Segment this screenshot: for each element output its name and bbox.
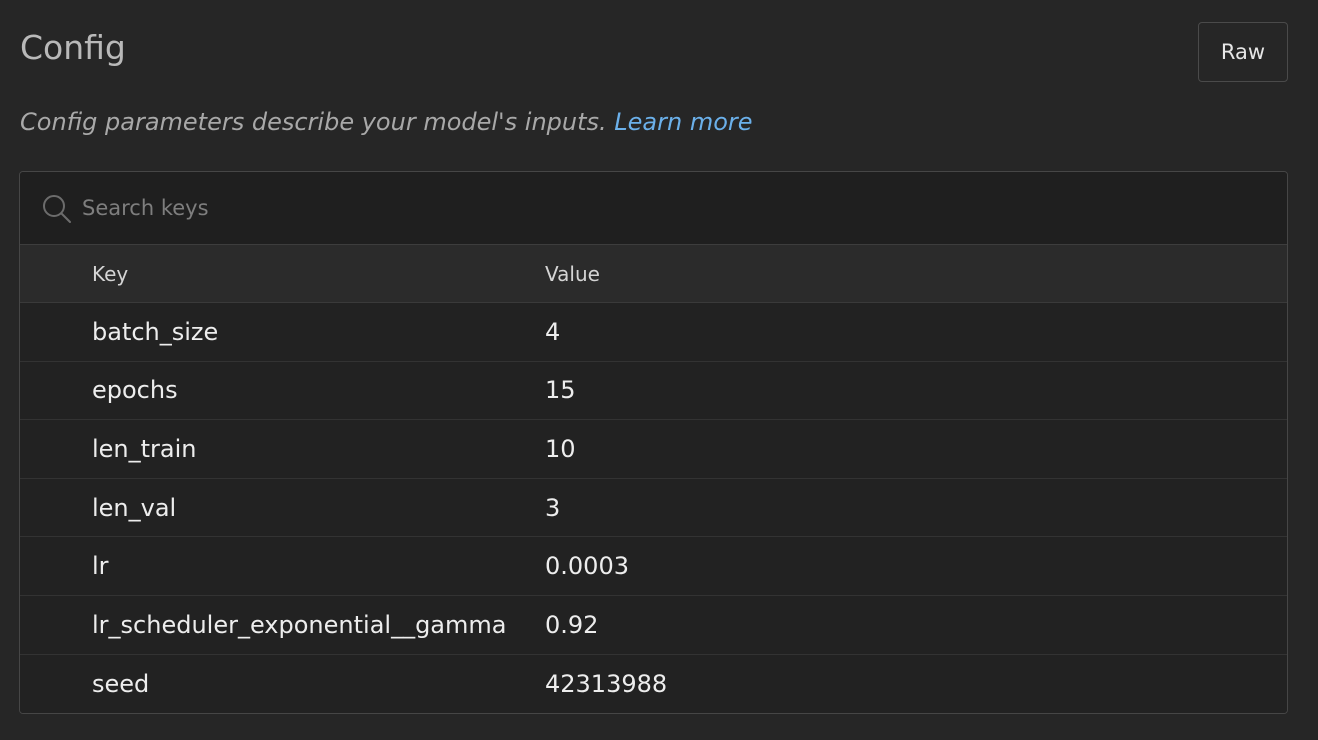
table-row: seed 42313988 — [20, 654, 1287, 713]
config-table: Key Value batch_size 4 epochs 15 len_tra… — [20, 245, 1287, 713]
row-key: lr_scheduler_exponential__gamma — [92, 610, 507, 639]
page-title: Config — [20, 28, 126, 67]
table-row: batch_size 4 — [20, 303, 1287, 362]
table-row: len_val 3 — [20, 478, 1287, 538]
table-row: len_train 10 — [20, 420, 1287, 479]
row-key: lr — [92, 552, 109, 581]
search-bar — [20, 172, 1287, 245]
row-value: 15 — [545, 376, 576, 405]
search-input[interactable] — [82, 186, 1262, 230]
row-key: len_val — [92, 493, 177, 522]
row-key: len_train — [92, 434, 197, 463]
learn-more-link[interactable]: Learn more — [614, 108, 752, 136]
raw-button[interactable]: Raw — [1198, 22, 1288, 82]
row-value: 3 — [545, 493, 561, 522]
row-key: batch_size — [92, 317, 219, 346]
row-key: seed — [92, 669, 150, 698]
table-row: lr_scheduler_exponential__gamma 0.92 — [20, 595, 1287, 655]
page-subtitle: Config parameters describe your model's … — [20, 104, 753, 140]
table-header: Key Value — [20, 245, 1287, 303]
row-value: 4 — [545, 317, 561, 346]
row-value: 0.92 — [545, 610, 599, 639]
row-value: 42313988 — [545, 669, 668, 698]
table-row: epochs 15 — [20, 361, 1287, 421]
config-panel: Key Value batch_size 4 epochs 15 len_tra… — [19, 171, 1288, 714]
table-row: lr 0.0003 — [20, 537, 1287, 596]
column-header-value[interactable]: Value — [545, 245, 600, 302]
row-key: epochs — [92, 376, 178, 405]
config-page: Config Raw Config parameters describe yo… — [0, 0, 1318, 740]
search-icon — [42, 194, 72, 224]
row-value: 0.0003 — [545, 552, 629, 581]
column-header-key[interactable]: Key — [92, 245, 128, 302]
row-value: 10 — [545, 434, 576, 463]
subtitle-text: Config parameters describe your model's … — [20, 108, 615, 136]
